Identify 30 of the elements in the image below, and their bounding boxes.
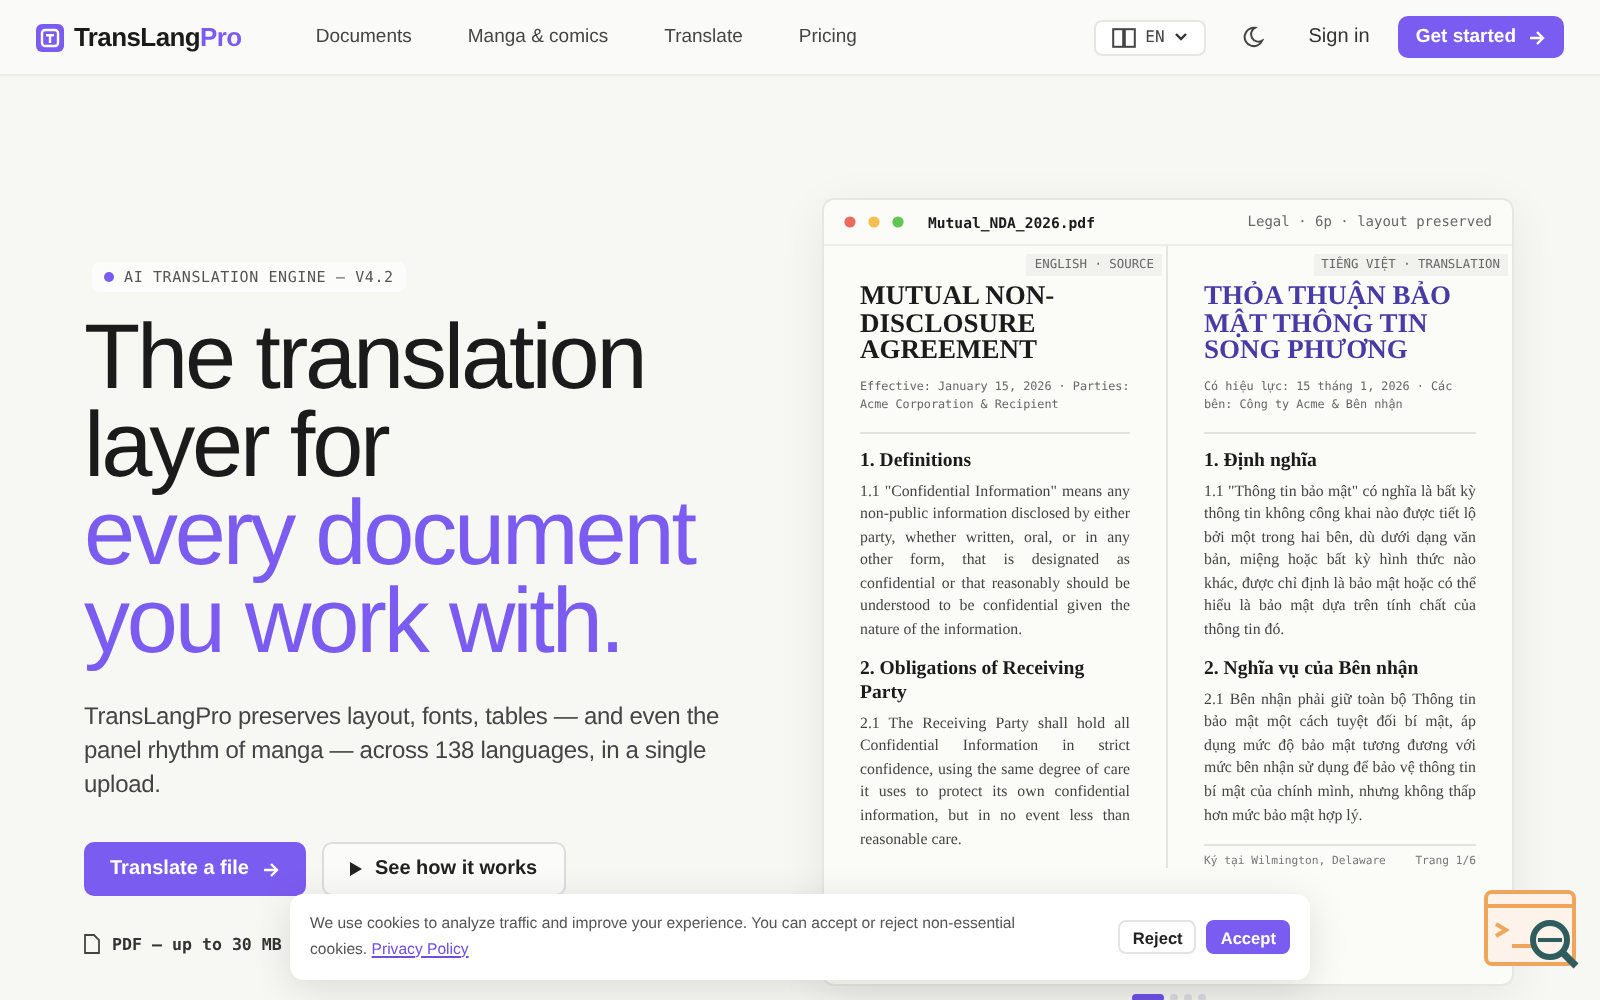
section-heading: 1. Definitions xyxy=(860,449,974,473)
nav-link[interactable]: Documents xyxy=(315,26,412,48)
moon-icon[interactable] xyxy=(1242,26,1265,48)
section-heading: 2. Obligations of Receiving Party xyxy=(860,657,1087,706)
dot-icon xyxy=(104,272,114,282)
file-limit-note: PDF — up to 30 MB xyxy=(112,934,282,954)
how-it-works-button[interactable]: See how it works xyxy=(322,842,566,896)
chevron-down-icon xyxy=(1174,32,1189,42)
get-started-button[interactable]: Get started xyxy=(1397,16,1564,58)
nav-link[interactable]: Manga & comics xyxy=(467,26,609,48)
section-heading: 1. Định nghĩa xyxy=(1204,449,1319,473)
document-title: MUTUAL NON-DISCLOSURE AGREEMENT xyxy=(860,282,1057,363)
book-icon xyxy=(1111,27,1136,47)
play-icon xyxy=(350,862,363,876)
arrow-right-icon xyxy=(1528,29,1546,45)
window-controls-icon xyxy=(844,216,908,228)
arrow-right-icon xyxy=(262,861,281,877)
logo-icon xyxy=(36,23,64,51)
nav-link[interactable]: Translate xyxy=(664,26,743,48)
document-title: THỎA THUẬN BẢO MẬT THÔNG TIN SONG PHƯƠNG xyxy=(1204,282,1454,363)
reject-button[interactable]: Reject xyxy=(1118,920,1197,954)
translate-file-button[interactable]: Translate a file xyxy=(84,842,307,896)
file-icon xyxy=(84,934,100,954)
nav-link[interactable]: Pricing xyxy=(798,26,857,48)
brand-name[interactable]: TransLangPro xyxy=(74,22,242,52)
section-heading: 2. Nghĩa vụ của Bên nhận xyxy=(1204,657,1421,682)
language-selector[interactable]: EN xyxy=(1093,19,1207,55)
sign-in-link[interactable]: Sign in xyxy=(1308,26,1370,48)
intro-text: TransLangPro preserves layout, fonts, tables — and even the panel rhythm of manga — across 138 languages, in a single upload. xyxy=(84,700,722,802)
accept-button[interactable]: Accept xyxy=(1206,920,1290,954)
